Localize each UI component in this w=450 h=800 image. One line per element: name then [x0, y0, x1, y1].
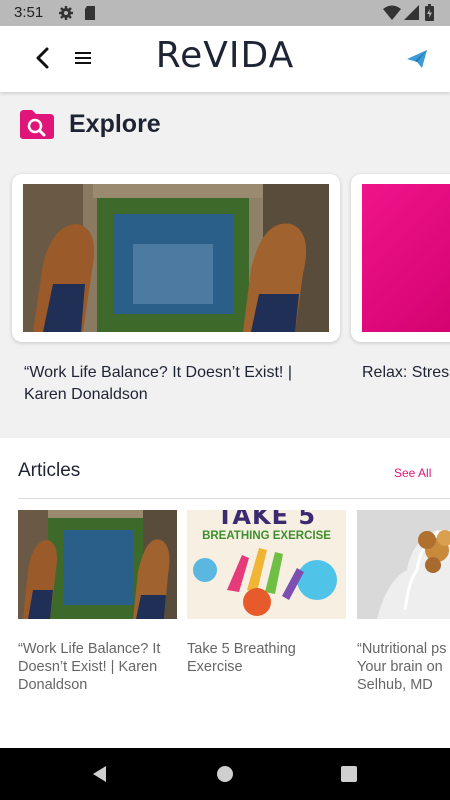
status-time: 3:51: [14, 4, 44, 21]
app-logo: ReVIDA: [155, 35, 295, 76]
thumbnail-subtitle-breathing: BREATHING EXERCISE: [202, 530, 331, 542]
explore-card[interactable]: [351, 174, 450, 342]
article-caption-line: Selhub, MD: [357, 677, 433, 693]
explore-card-caption[interactable]: “Work Life Balance? It Doesn’t Exist! | …: [24, 362, 324, 406]
explore-title: Explore: [69, 110, 161, 138]
articles-title: Articles: [18, 460, 81, 481]
article-caption-line: Your brain on: [357, 659, 443, 675]
back-triangle-icon[interactable]: [90, 764, 108, 784]
system-nav-bar: [0, 748, 450, 800]
app-bar: ReVIDA: [0, 26, 450, 92]
article-thumbnail-breathing[interactable]: TAKE 5 BREATHING EXERCISE: [187, 510, 346, 619]
article-thumbnail-brain[interactable]: [357, 510, 450, 619]
recents-square-icon[interactable]: [341, 766, 357, 782]
explore-card[interactable]: [12, 174, 340, 342]
battery-icon: [425, 4, 434, 21]
card-image-boots: [23, 184, 329, 332]
send-icon[interactable]: [405, 47, 429, 71]
article-caption[interactable]: “Nutritional ps Your brain on Selhub, MD: [357, 640, 450, 694]
explore-search-icon: [20, 110, 54, 139]
signal-icon: [404, 5, 419, 20]
status-bar: 3:51: [0, 0, 450, 26]
see-all-link[interactable]: See All: [394, 466, 431, 480]
sd-card-icon: [85, 6, 95, 20]
settings-icon: [59, 6, 73, 20]
article-caption-line: “Nutritional ps: [357, 641, 447, 657]
card-image-pink: [362, 184, 450, 332]
home-circle-icon[interactable]: [216, 765, 234, 783]
explore-card-caption[interactable]: Relax: Stress: [362, 362, 450, 384]
divider: [18, 498, 450, 499]
wifi-icon: [383, 5, 401, 20]
article-thumbnail-boots[interactable]: [18, 510, 177, 619]
thumbnail-title-take5: TAKE 5: [216, 510, 317, 530]
explore-section: Explore “Work Life Balance? It Doesn’t E…: [0, 92, 450, 438]
article-caption[interactable]: “Work Life Balance? It Doesn’t Exist! | …: [18, 640, 176, 694]
article-caption[interactable]: Take 5 Breathing Exercise: [187, 640, 345, 676]
